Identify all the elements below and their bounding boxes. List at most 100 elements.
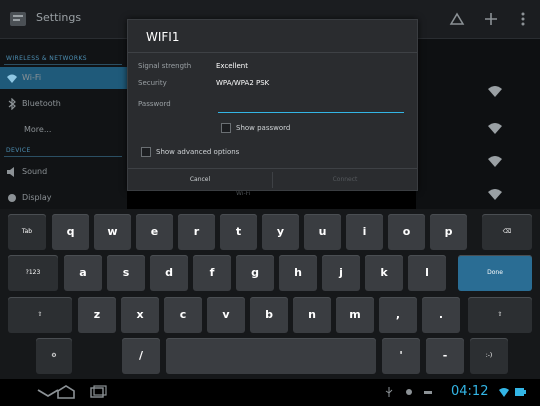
key-m[interactable]: m [336,297,374,333]
status-clock: 04:12 [451,384,489,399]
key-label: m [349,308,361,321]
key-label: ⌫ [502,228,512,235]
sidebar-item-more[interactable]: More... [0,119,127,141]
key-q[interactable]: q [52,214,89,250]
scan-wifi-icon[interactable] [448,10,466,28]
password-input[interactable] [218,100,404,113]
advanced-options-checkbox[interactable] [141,147,151,157]
key-f[interactable]: f [193,255,231,291]
key-w[interactable]: w [94,214,131,250]
key-k[interactable]: k [365,255,403,291]
show-password-label: Show password [236,124,291,132]
key-space[interactable] [166,338,376,374]
key-symbols[interactable]: ?123 [8,255,58,291]
key-i[interactable]: i [346,214,383,250]
usb-icon [385,387,393,397]
wifi-signal-icon[interactable] [487,188,503,200]
key-settings[interactable]: ⚙ [36,338,72,374]
key-label: l [425,266,429,279]
section-header-device: DEVICE [6,147,31,154]
key-label: , [395,308,401,321]
key-shift-right[interactable]: ⇧ [468,297,532,333]
key-label: ⇧ [37,311,43,318]
key-label: t [235,225,242,238]
key-j[interactable]: j [322,255,360,291]
key-dash[interactable]: - [426,338,464,374]
section-divider [4,64,122,65]
wifi-status-icon [499,388,509,397]
sidebar-item-label: More... [24,125,52,134]
recent-apps-icon[interactable] [86,384,110,400]
key-backspace[interactable]: ⌫ [482,214,532,250]
key-s[interactable]: s [107,255,145,291]
key-a[interactable]: a [64,255,102,291]
settings-sidebar: WIRELESS & NETWORKS Wi-Fi Bluetooth More… [0,39,127,209]
key-label: x [136,308,144,321]
overflow-menu-icon[interactable] [514,10,532,28]
key-d[interactable]: d [150,255,188,291]
settings-app-icon[interactable] [8,9,28,29]
key-apostrophe[interactable]: ' [382,338,420,374]
key-label: g [251,266,259,279]
key-g[interactable]: g [236,255,274,291]
sidebar-item-wifi[interactable]: Wi-Fi [0,67,127,89]
sidebar-item-label: Display [22,193,52,202]
key-label: j [339,266,343,279]
key-u[interactable]: u [304,214,341,250]
key-label: Done [487,269,503,276]
password-label: Password [138,100,171,108]
battery-icon [515,388,526,396]
key-c[interactable]: c [164,297,202,333]
key-label: Tab [21,228,33,235]
key-label: c [179,308,187,321]
signal-strength-value: Excellent [216,62,248,70]
key-b[interactable]: b [250,297,288,333]
key-shift-left[interactable]: ⇧ [8,297,72,333]
key-smiley[interactable]: :-) [470,338,508,374]
home-icon[interactable] [54,384,78,400]
wifi-list-pane [416,39,540,209]
key-r[interactable]: r [178,214,215,250]
connect-button[interactable]: Connect [273,169,417,191]
brightness-icon [8,194,16,202]
key-label: :-) [485,352,493,359]
add-network-icon[interactable] [482,10,500,28]
speaker-icon [7,167,14,177]
key-x[interactable]: x [121,297,159,333]
key-done[interactable]: Done [458,255,532,291]
key-l[interactable]: l [408,255,446,291]
advanced-options-label: Show advanced options [156,148,240,156]
sidebar-item-sound[interactable]: Sound [0,161,127,183]
key-label: . [438,308,444,321]
sidebar-item-display[interactable]: Display [0,187,127,209]
wifi-icon [7,74,17,83]
key-o[interactable]: o [388,214,425,250]
cancel-button[interactable]: Cancel [128,169,272,191]
wifi-signal-icon[interactable] [487,155,503,167]
key-symbol[interactable]: . [422,297,460,333]
sidebar-item-bluetooth[interactable]: Bluetooth [0,93,127,115]
key-t[interactable]: t [220,214,257,250]
wifi-signal-icon[interactable] [487,85,503,97]
key-y[interactable]: y [262,214,299,250]
key-symbol[interactable]: , [379,297,417,333]
key-label: r [193,225,200,238]
signal-strength-label: Signal strength [138,62,192,70]
key-e[interactable]: e [136,214,173,250]
key-v[interactable]: v [207,297,245,333]
key-z[interactable]: z [78,297,116,333]
key-label: / [138,349,144,362]
key-n[interactable]: n [293,297,331,333]
key-h[interactable]: h [279,255,317,291]
section-header-wireless: WIRELESS & NETWORKS [6,55,88,62]
key-tab[interactable]: Tab [8,214,46,250]
section-divider [4,156,122,157]
key-label: k [380,266,388,279]
key-label: ⚙ [51,352,57,359]
wifi-signal-icon[interactable] [487,122,503,134]
key-slash[interactable]: / [122,338,160,374]
sidebar-item-label: Bluetooth [22,99,61,108]
key-label: q [66,225,75,238]
key-p[interactable]: p [430,214,467,250]
show-password-checkbox[interactable] [221,123,231,133]
